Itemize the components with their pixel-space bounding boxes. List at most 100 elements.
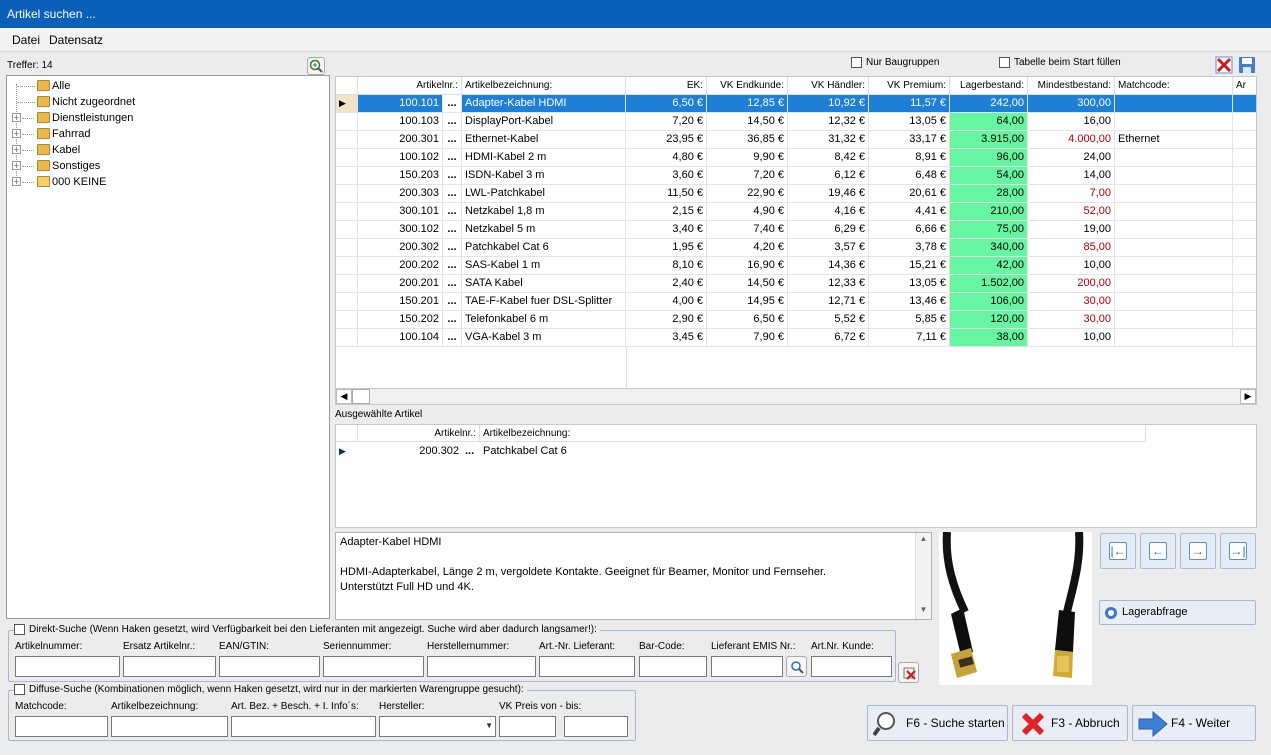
weiter-button[interactable]: F4 - Weiter [1132, 705, 1256, 741]
category-tree[interactable]: Alle Nicht zugeordnet + Dienstleistungen + Fa… [6, 75, 330, 619]
row-details-button[interactable]: ... [443, 311, 462, 329]
lieferant-search-button[interactable] [786, 656, 807, 677]
suche-starten-button[interactable]: F6 - Suche starten [867, 705, 1008, 741]
table-row[interactable]: 200.202... SAS-Kabel 1 m 8,10 €16,90 €14,3… [336, 257, 1256, 275]
column-header[interactable]: Artikelnr.: [358, 77, 462, 95]
nav-last-button[interactable]: →| [1220, 533, 1256, 569]
scroll-right-arrow-icon[interactable]: ▶ [1240, 389, 1256, 404]
abbruch-button[interactable]: F3 - Abbruch [1012, 705, 1128, 741]
table-row[interactable]: 200.301... Ethernet-Kabel 23,95 €36,85 €31… [336, 131, 1256, 149]
row-details-button[interactable]: ... [443, 185, 462, 203]
table-row[interactable]: 300.101... Netzkabel 1,8 m 2,15 €4,90 €4,1… [336, 203, 1256, 221]
column-header[interactable] [336, 77, 358, 95]
direkt-field-input[interactable] [539, 656, 635, 677]
row-details-button[interactable]: ... [443, 149, 462, 167]
direkt-field-input[interactable] [15, 656, 120, 677]
diffuse-suche-option[interactable]: Diffuse-Suche (Kombinationen möglich, we… [14, 684, 527, 696]
tree-item[interactable]: + Kabel [7, 142, 327, 158]
description-scrollbar[interactable]: ▲ ▼ [915, 533, 931, 619]
tree-item[interactable]: + Fahrrad [7, 126, 327, 142]
table-row[interactable]: 200.302... Patchkabel Cat 6 1,95 €4,20 €3,… [336, 239, 1256, 257]
table-row[interactable]: ▶ 100.101... Adapter-Kabel HDMI 6,50 €12,85… [336, 95, 1256, 113]
diffuse-field-input[interactable] [111, 716, 228, 737]
table-row[interactable]: ▶ 200.302... Patchkabel Cat 6 [336, 443, 1146, 461]
grid-horizontal-scrollbar[interactable]: ◀ ▶ [335, 388, 1257, 405]
row-details-button[interactable]: ... [443, 221, 462, 239]
selected-articles-grid[interactable]: Artikelnr.: Artikelbezeichnung: ▶ 200.302..… [335, 424, 1257, 528]
table-row[interactable]: 150.201... TAE-F-Kabel fuer DSL-Splitter 4… [336, 293, 1256, 311]
row-details-button[interactable]: ... [443, 293, 462, 311]
table-row[interactable]: 150.203... ISDN-Kabel 3 m 3,60 €7,20 €6,12… [336, 167, 1256, 185]
tree-item[interactable]: +000 KEINE [7, 174, 327, 190]
vk-preis-bis-input[interactable] [564, 716, 628, 737]
nav-prev-button[interactable]: ← [1140, 533, 1176, 569]
row-details-button[interactable]: ... [443, 275, 462, 293]
row-details-button[interactable]: ... [443, 131, 462, 149]
column-header[interactable]: EK: [626, 77, 707, 95]
nav-next-button[interactable]: → [1180, 533, 1216, 569]
save-layout-button[interactable] [1238, 56, 1256, 74]
row-details-button[interactable]: ... [443, 167, 462, 185]
article-grid[interactable]: Artikelnr.: Artikelbezeichnung: EK: VK Endk… [335, 76, 1257, 404]
direkt-field-input[interactable] [811, 656, 892, 677]
lagerabfrage-button[interactable]: Lagerabfrage [1099, 600, 1256, 625]
tabelle-start-option[interactable]: Tabelle beim Start füllen [999, 57, 1121, 68]
direkt-field-input[interactable] [323, 656, 424, 677]
direkt-suche-option[interactable]: Direkt-Suche (Wenn Haken gesetzt, wird V… [14, 624, 600, 636]
column-header[interactable]: Artikelbezeichnung: [480, 425, 1146, 442]
table-row[interactable]: 200.201... SATA Kabel 2,40 €14,50 €12,33 €… [336, 275, 1256, 293]
column-header[interactable]: Artikelbezeichnung: [462, 77, 626, 95]
clear-table-button[interactable] [1215, 56, 1233, 74]
scroll-left-arrow-icon[interactable]: ◀ [336, 389, 352, 404]
clear-search-button[interactable] [898, 662, 919, 683]
nav-first-button[interactable]: |← [1100, 533, 1136, 569]
row-details-button[interactable]: ... [443, 257, 462, 275]
column-header[interactable]: VK Händler: [788, 77, 869, 95]
scrollbar-thumb[interactable] [352, 389, 370, 404]
tree-item[interactable]: + Dienstleistungen [7, 110, 327, 126]
direkt-field-input[interactable] [639, 656, 707, 677]
nur-baugruppen-option[interactable]: Nur Baugruppen [851, 57, 939, 68]
diffuse-field-input[interactable] [231, 716, 376, 737]
row-details-button[interactable]: ... [443, 203, 462, 221]
menu-datensatz[interactable]: Datensatz [49, 33, 103, 47]
direkt-field-input[interactable] [123, 656, 216, 677]
nur-baugruppen-checkbox[interactable] [851, 57, 862, 68]
row-details-button[interactable]: ... [443, 95, 462, 113]
tabelle-start-checkbox[interactable] [999, 57, 1010, 68]
table-row[interactable]: 200.303... LWL-Patchkabel 11,50 €22,90 €19… [336, 185, 1256, 203]
diffuse-field-input[interactable] [499, 716, 556, 737]
column-header[interactable]: Matchcode: [1115, 77, 1233, 95]
table-row[interactable]: 100.104... VGA-Kabel 3 m 3,45 €7,90 €6,72 … [336, 329, 1256, 347]
column-header[interactable]: Mindestbestand: [1028, 77, 1115, 95]
tree-item[interactable]: + Sonstiges [7, 158, 327, 174]
row-details-button[interactable]: ... [443, 239, 462, 257]
column-header[interactable]: Lagerbestand: [950, 77, 1028, 95]
row-details-button[interactable]: ... [462, 443, 480, 461]
table-row[interactable]: 300.102... Netzkabel 5 m 3,40 €7,40 €6,29 … [336, 221, 1256, 239]
column-header[interactable]: Ar [1233, 77, 1256, 95]
table-row[interactable]: 150.202... Telefonkabel 6 m 2,90 €6,50 €5,… [336, 311, 1256, 329]
direkt-field-input[interactable] [711, 656, 783, 677]
table-row[interactable]: 100.103... DisplayPort-Kabel 7,20 €14,50 €… [336, 113, 1256, 131]
diffuse-field-input[interactable] [15, 716, 108, 737]
scroll-up-arrow-icon[interactable]: ▲ [916, 533, 931, 545]
column-header[interactable]: VK Premium: [869, 77, 950, 95]
direkt-field-input[interactable] [219, 656, 320, 677]
zoom-in-button[interactable] [307, 57, 325, 75]
tree-item[interactable]: Nicht zugeordnet [7, 94, 327, 110]
chevron-down-icon[interactable]: ▼ [485, 721, 493, 730]
scroll-down-arrow-icon[interactable]: ▼ [916, 602, 931, 617]
direkt-suche-checkbox[interactable] [14, 624, 25, 635]
column-header[interactable]: Artikelnr.: [358, 425, 480, 442]
row-details-button[interactable]: ... [443, 329, 462, 347]
row-details-button[interactable]: ... [443, 113, 462, 131]
article-description[interactable]: Adapter-Kabel HDMI HDMI-Adapterkabel, Lä… [335, 532, 932, 620]
tree-item[interactable]: Alle [7, 78, 327, 94]
diffuse-suche-checkbox[interactable] [14, 684, 25, 695]
table-row[interactable]: 100.102... HDMI-Kabel 2 m 4,80 €9,90 €8,42… [336, 149, 1256, 167]
direkt-field-input[interactable] [427, 656, 536, 677]
menu-datei[interactable]: Datei [12, 33, 40, 47]
hersteller-select[interactable]: ▼ [379, 716, 496, 737]
column-header[interactable]: VK Endkunde: [707, 77, 788, 95]
